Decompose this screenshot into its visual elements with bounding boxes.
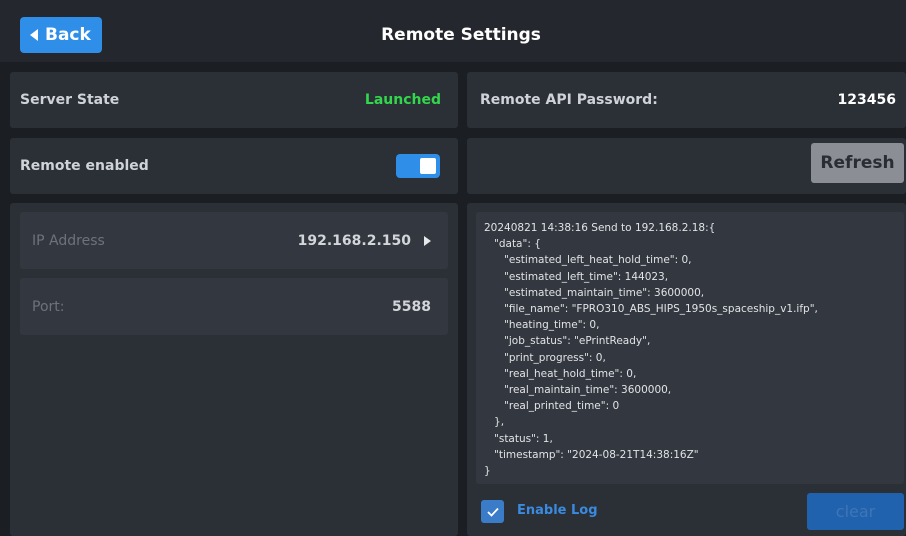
check-icon bbox=[486, 507, 499, 517]
port-value: 5588 bbox=[392, 298, 431, 315]
api-password-value: 123456 bbox=[837, 92, 896, 108]
network-panel: IP Address 192.168.2.150 Port: 5588 bbox=[10, 203, 458, 536]
ip-address-label: IP Address bbox=[32, 232, 105, 249]
ip-address-row[interactable]: IP Address 192.168.2.150 bbox=[20, 212, 448, 269]
top-bar: Back Remote Settings bbox=[0, 0, 906, 62]
server-state-panel: Server State Launched bbox=[10, 72, 458, 128]
chevron-right-icon bbox=[424, 235, 431, 246]
api-password-label: Remote API Password: bbox=[480, 92, 658, 108]
ip-address-value: 192.168.2.150 bbox=[297, 232, 411, 249]
remote-enabled-label: Remote enabled bbox=[20, 158, 149, 174]
server-state-value: Launched bbox=[364, 92, 441, 108]
toggle-knob bbox=[420, 158, 436, 174]
remote-enabled-panel: Remote enabled bbox=[10, 138, 458, 194]
clear-button[interactable]: clear bbox=[807, 493, 904, 530]
refresh-button[interactable]: Refresh bbox=[811, 143, 904, 183]
page-title: Remote Settings bbox=[381, 25, 541, 45]
enable-log-checkbox[interactable] bbox=[481, 500, 504, 523]
enable-log-label: Enable Log bbox=[517, 503, 598, 518]
port-label: Port: bbox=[32, 298, 65, 315]
server-state-label: Server State bbox=[20, 92, 120, 108]
port-row: Port: 5588 bbox=[20, 278, 448, 335]
log-output: 20240821 14:38:16 Send to 192.168.2.18:{… bbox=[476, 212, 904, 484]
remote-enabled-toggle[interactable] bbox=[396, 154, 440, 178]
api-password-panel: Remote API Password: 123456 bbox=[467, 72, 906, 128]
